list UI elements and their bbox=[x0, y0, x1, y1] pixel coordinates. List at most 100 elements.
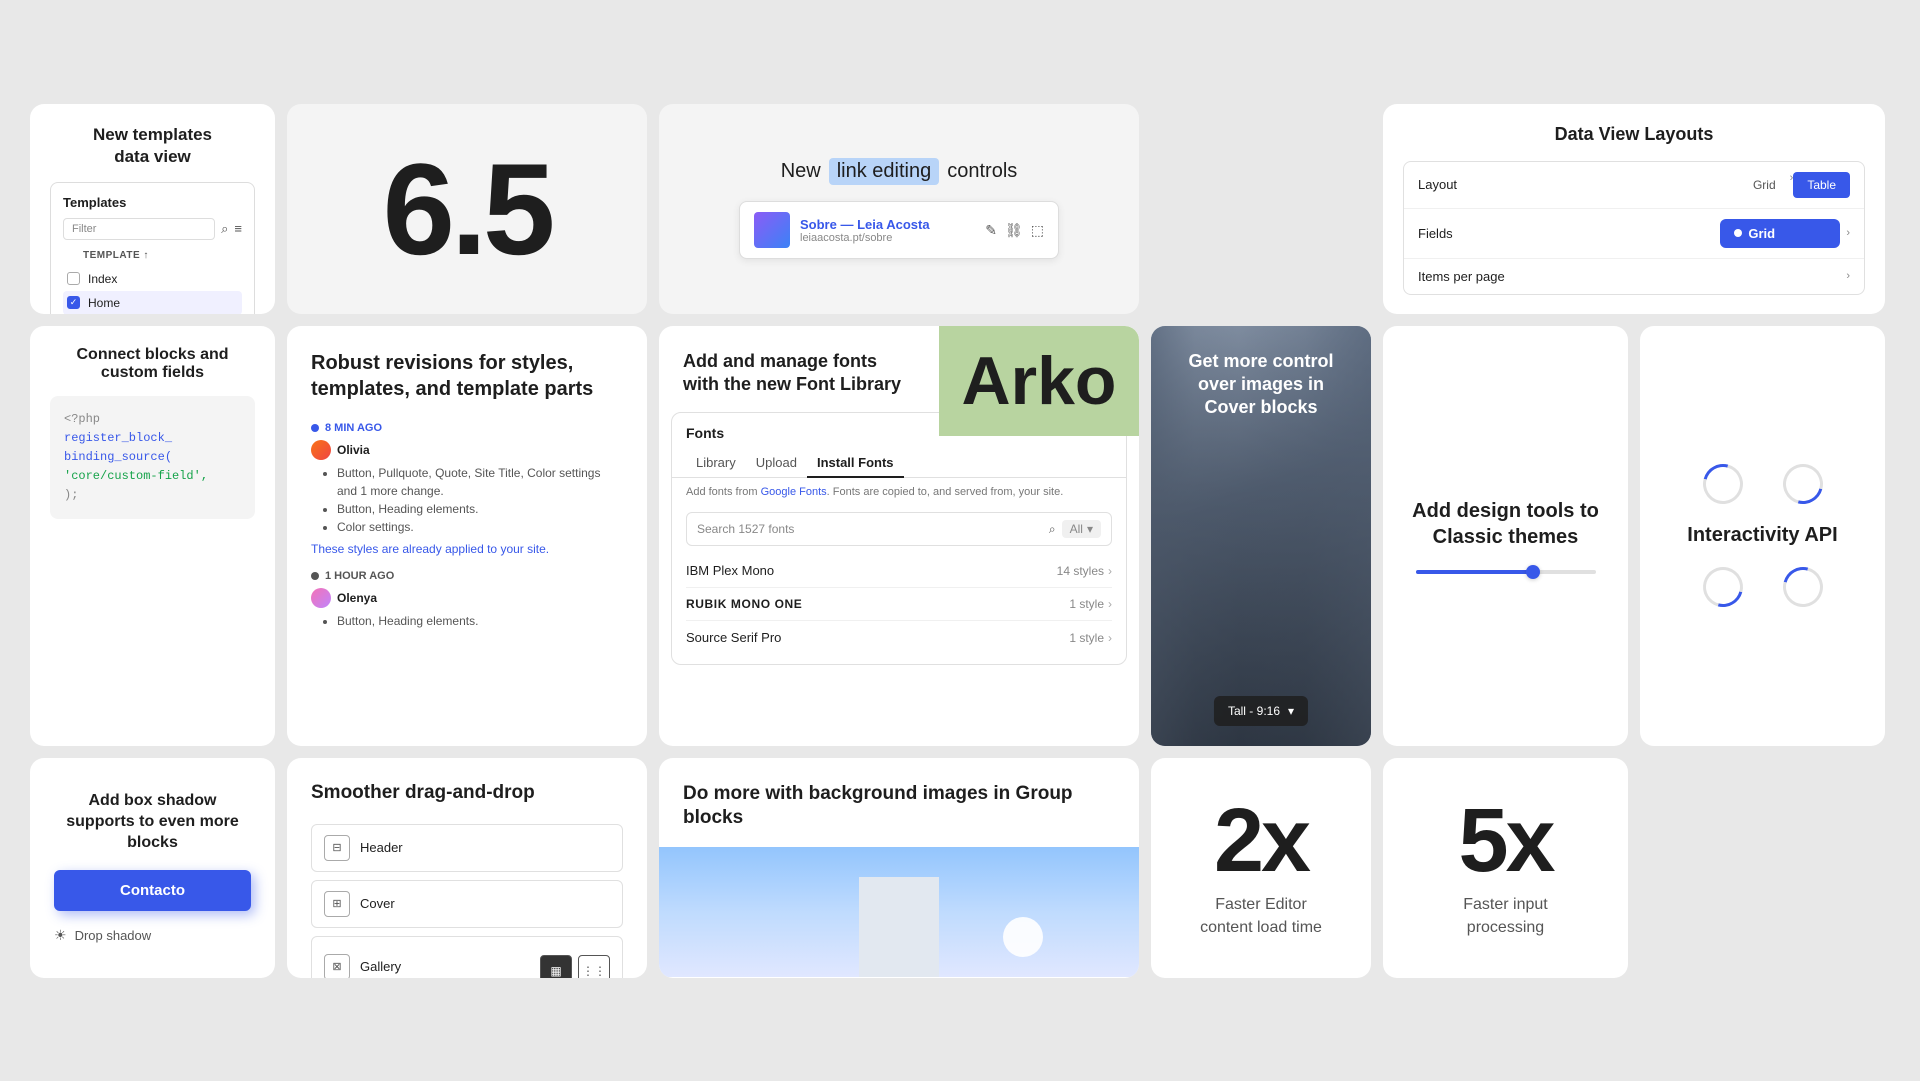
gallery-block-icon: ⊠ bbox=[324, 954, 350, 978]
fonts-search[interactable]: Search 1527 fonts ⌕ All ▾ bbox=[686, 512, 1112, 546]
dropdown-label: Tall - 9:16 bbox=[1228, 704, 1280, 718]
spinner-top-right bbox=[1775, 457, 1830, 512]
edit-icon[interactable]: ✎ bbox=[985, 222, 997, 239]
font-item-source[interactable]: Source Serif Pro 1 style › bbox=[686, 621, 1112, 654]
user-avatar-olivia bbox=[311, 440, 331, 460]
arko-preview: Arko bbox=[939, 326, 1139, 436]
sun-icon: ☀ bbox=[54, 927, 67, 944]
arrow-source: › bbox=[1108, 631, 1112, 645]
shadow-demo-button[interactable]: Contacto bbox=[54, 870, 251, 911]
filter-placeholder: Filter bbox=[72, 223, 96, 235]
card-version: 6.5 bbox=[287, 104, 647, 314]
layout-tabs: Grid › Table bbox=[1739, 172, 1850, 198]
card-design: Add design tools to Classic themes bbox=[1383, 326, 1628, 746]
card-2x: 2x Faster Editor content load time bbox=[1151, 758, 1371, 978]
spinner-bottom-pair bbox=[1703, 567, 1823, 607]
revision-item-1: 8 MIN AGO Olivia Button, Pullquote, Quot… bbox=[311, 422, 623, 556]
link-title: New link editing controls bbox=[781, 158, 1018, 185]
group-top: Do more with background images in Group … bbox=[659, 758, 1139, 847]
building-shape bbox=[859, 877, 939, 977]
filter-select[interactable]: All ▾ bbox=[1062, 520, 1101, 538]
slider-fill bbox=[1416, 570, 1533, 574]
group-image bbox=[659, 847, 1139, 977]
code-line1: <?php bbox=[64, 410, 241, 429]
card-connect: Connect blocks and custom fields <?php r… bbox=[30, 326, 275, 746]
font-name-rubik: RUBIK MONO ONE bbox=[686, 597, 1069, 611]
spinner-top-left bbox=[1695, 457, 1750, 512]
cover-title: Get more control over images in Cover bl… bbox=[1171, 350, 1351, 420]
template-row-index[interactable]: Index bbox=[63, 267, 242, 291]
link-icon[interactable]: ⛓ bbox=[1005, 222, 1023, 239]
drag-item-header[interactable]: ⊟ Header bbox=[311, 824, 623, 872]
drag-item-gallery[interactable]: ⊠ Gallery ▦ ⋮⋮ bbox=[311, 936, 623, 978]
drag-tool-outline[interactable]: ⋮⋮ bbox=[578, 955, 610, 978]
drag-item-cover[interactable]: ⊞ Cover bbox=[311, 880, 623, 928]
link-highlight: link editing bbox=[829, 158, 940, 185]
fields-label: Fields bbox=[1418, 226, 1720, 241]
slider-thumb[interactable] bbox=[1526, 565, 1540, 579]
grid-option[interactable]: Grid bbox=[1720, 219, 1840, 248]
copy-icon[interactable]: ⬚ bbox=[1031, 222, 1044, 239]
items-label: Items per page bbox=[1418, 269, 1846, 284]
filter-icon[interactable]: ≡ bbox=[234, 221, 242, 236]
drop-shadow-label: Drop shadow bbox=[75, 928, 152, 943]
gallery-label: Gallery bbox=[360, 959, 401, 974]
spinner-top-pair bbox=[1703, 464, 1823, 504]
cover-dropdown[interactable]: Tall - 9:16 ▾ bbox=[1214, 696, 1308, 726]
card-group: Do more with background images in Group … bbox=[659, 758, 1139, 978]
card-cover: Get more control over images in Cover bl… bbox=[1151, 326, 1371, 746]
grid-option-label: Grid bbox=[1748, 226, 1775, 241]
tab-table[interactable]: Table bbox=[1793, 172, 1850, 198]
font-name-ibm: IBM Plex Mono bbox=[686, 563, 1057, 578]
revision-item-2: 1 HOUR AGO Olenya Button, Heading elemen… bbox=[311, 570, 623, 630]
interactivity-title: Interactivity API bbox=[1687, 524, 1837, 547]
font-name-source: Source Serif Pro bbox=[686, 630, 1069, 645]
link-actions: ✎ ⛓ ⬚ bbox=[985, 222, 1044, 239]
filter-input[interactable]: Filter bbox=[63, 218, 215, 240]
font-styles-ibm: 14 styles › bbox=[1057, 564, 1112, 578]
fonts-left: Add and manage fonts with the new Font L… bbox=[659, 326, 939, 413]
revision-dot-1 bbox=[311, 424, 319, 432]
tab-grid[interactable]: Grid bbox=[1739, 172, 1790, 198]
search-placeholder: Search 1527 fonts bbox=[697, 522, 794, 536]
fonts-title: Add and manage fonts with the new Font L… bbox=[683, 350, 915, 397]
dataview-title: Data View Layouts bbox=[1403, 124, 1865, 145]
stat-5x: 5x bbox=[1458, 796, 1552, 886]
font-styles-rubik: 1 style › bbox=[1069, 597, 1112, 611]
revision-dot-2 bbox=[311, 572, 319, 580]
design-slider[interactable] bbox=[1416, 570, 1596, 574]
version-number: 6.5 bbox=[383, 144, 552, 274]
link-card: Sobre — Leia Acosta leiaacosta.pt/sobre … bbox=[739, 201, 1059, 259]
circle-shape bbox=[1003, 917, 1043, 957]
tab-library[interactable]: Library bbox=[686, 449, 746, 478]
google-fonts-link[interactable]: Google Fonts bbox=[761, 486, 827, 498]
templates-title: New templates data view bbox=[50, 124, 255, 168]
cover-text: Get more control over images in Cover bl… bbox=[1151, 350, 1371, 420]
dataview-panel: Layout Grid › Table Fields Grid › Items … bbox=[1403, 161, 1865, 295]
font-item-rubik[interactable]: RUBIK MONO ONE 1 style › bbox=[686, 588, 1112, 621]
arrow-rubik: › bbox=[1108, 597, 1112, 611]
drag-title: Smoother drag-and-drop bbox=[311, 782, 623, 804]
group-title: Do more with background images in Group … bbox=[683, 782, 1115, 831]
search-icon: ⌕ bbox=[1049, 522, 1056, 537]
template-row-home[interactable]: Home bbox=[63, 291, 242, 314]
search-icon[interactable]: ⌕ bbox=[221, 221, 228, 237]
link-title-start: New bbox=[781, 160, 821, 183]
card-drag: Smoother drag-and-drop ⊟ Header ⊞ Cover … bbox=[287, 758, 647, 978]
checkbox-index[interactable] bbox=[67, 272, 80, 285]
link-name: Sobre — Leia Acosta bbox=[800, 217, 975, 232]
card-5x: 5x Faster input processing bbox=[1383, 758, 1628, 978]
template-label-home: Home bbox=[88, 296, 120, 310]
tab-upload[interactable]: Upload bbox=[746, 449, 807, 478]
font-item-ibm[interactable]: IBM Plex Mono 14 styles › bbox=[686, 554, 1112, 588]
code-line4: 'core/custom-field', bbox=[64, 467, 241, 486]
dataview-row-layout: Layout Grid › Table bbox=[1404, 162, 1864, 209]
template-label-index: Index bbox=[88, 272, 117, 286]
checkbox-home[interactable] bbox=[67, 296, 80, 309]
fonts-panel: Fonts Library Upload Install Fonts Add f… bbox=[671, 412, 1127, 665]
layout-label: Layout bbox=[1418, 177, 1739, 192]
fonts-list: IBM Plex Mono 14 styles › RUBIK MONO ONE… bbox=[672, 554, 1126, 664]
card-revisions: Robust revisions for styles, templates, … bbox=[287, 326, 647, 746]
drag-tool-active[interactable]: ▦ bbox=[540, 955, 572, 978]
tab-install-fonts[interactable]: Install Fonts bbox=[807, 449, 904, 478]
